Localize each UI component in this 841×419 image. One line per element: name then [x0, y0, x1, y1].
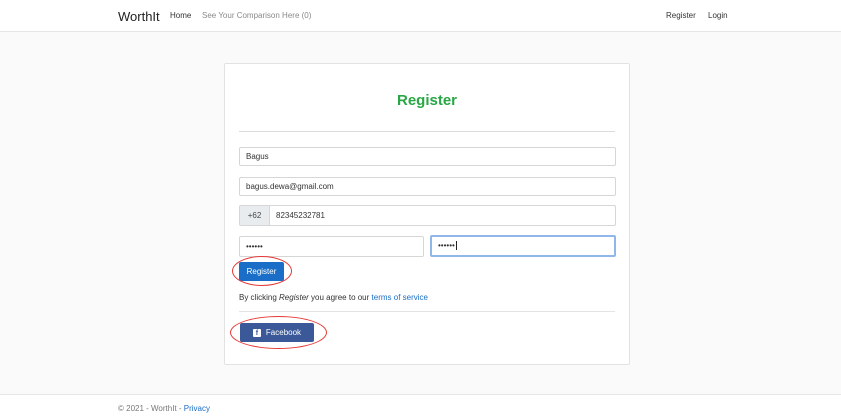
facebook-button-label: Facebook [265, 328, 302, 337]
nav-comparison-link[interactable]: See Your Comparison Here (0) [202, 11, 311, 20]
nav-register-link[interactable]: Register [666, 11, 696, 20]
terms-emphasis: Register [279, 293, 309, 302]
terms-of-service-link[interactable]: terms of service [372, 293, 428, 302]
confirm-password-value: •••••• [438, 241, 455, 250]
terms-text: By clicking Register you agree to our te… [239, 293, 428, 302]
divider [239, 311, 615, 312]
register-card: Register Bagus bagus.dewa@gmail.com +62 … [224, 63, 630, 365]
nav-login-link[interactable]: Login [708, 11, 728, 20]
confirm-password-field[interactable]: •••••• [430, 235, 616, 257]
email-field[interactable]: bagus.dewa@gmail.com [239, 177, 616, 196]
page-title: Register [396, 92, 458, 109]
facebook-icon: f [252, 328, 261, 337]
divider [239, 131, 615, 132]
footer: © 2021 - WorthIt - Privacy [118, 404, 210, 413]
privacy-link[interactable]: Privacy [184, 404, 210, 413]
text-cursor [455, 241, 457, 251]
brand-logo[interactable]: WorthIt [118, 9, 160, 24]
top-navbar: WorthIt Home See Your Comparison Here (0… [0, 0, 841, 32]
terms-prefix: By clicking [239, 293, 280, 302]
phone-prefix: +62 [239, 205, 270, 226]
register-button[interactable]: Register [239, 262, 284, 281]
phone-field[interactable]: 82345232781 [269, 205, 616, 226]
copyright-text: © 2021 - WorthIt - [118, 404, 184, 413]
facebook-login-button[interactable]: f Facebook [240, 323, 314, 342]
nav-home-link[interactable]: Home [170, 11, 191, 20]
footer-divider [0, 394, 841, 395]
password-field[interactable]: •••••• [239, 236, 424, 257]
name-field[interactable]: Bagus [239, 147, 616, 166]
terms-middle: you agree to our [308, 293, 372, 302]
